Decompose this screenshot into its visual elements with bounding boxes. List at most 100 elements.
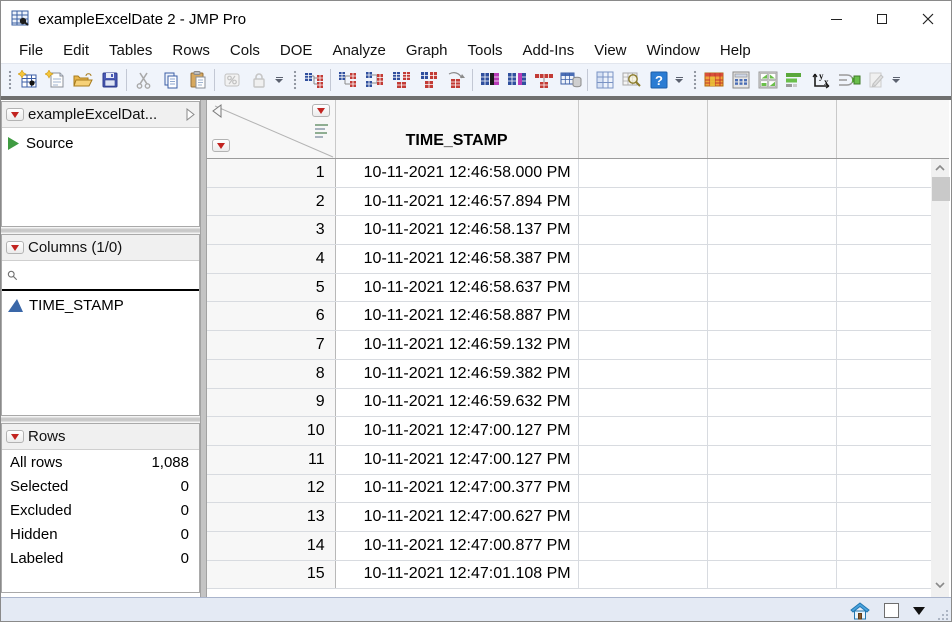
empty-cell[interactable] [579,302,708,331]
empty-cell[interactable] [837,417,931,445]
row-number-cell[interactable]: 15 [206,560,336,589]
row-number-cell[interactable]: 5 [206,273,336,302]
panel-expand-icon[interactable] [186,108,195,121]
timestamp-cell[interactable]: 10-11-2021 12:47:00.627 PM [336,503,579,531]
copy-icon[interactable] [157,67,184,93]
row-number-cell[interactable]: 10 [206,417,336,445]
empty-cell[interactable] [837,389,931,417]
menu-item[interactable]: View [584,42,636,59]
split-icon[interactable] [334,67,361,93]
empty-cell[interactable] [579,273,708,302]
empty-cell[interactable] [579,531,708,560]
empty-cell[interactable] [579,216,708,245]
timestamp-cell[interactable]: 10-11-2021 12:46:58.637 PM [336,273,579,302]
column-header-time-stamp[interactable]: TIME_STAMP [335,100,579,158]
column-header-empty[interactable] [707,100,837,158]
timestamp-cell[interactable]: 10-11-2021 12:47:01.108 PM [336,560,579,589]
empty-cell[interactable] [579,417,708,445]
open-icon[interactable] [69,67,96,93]
empty-cell[interactable] [708,302,837,331]
rows-stat-row[interactable]: Labeled 0 [2,546,199,570]
sidebar-table-splitter[interactable] [200,100,207,597]
status-dropdown-icon[interactable] [913,606,925,615]
menu-item[interactable]: Graph [396,42,458,59]
timestamp-cell[interactable]: 10-11-2021 12:47:00.127 PM [336,445,579,474]
save-icon[interactable] [96,67,123,93]
help-icon[interactable]: ? [645,67,672,93]
concatenate-icon[interactable] [415,67,442,93]
toolbar-grip[interactable] [693,70,697,90]
vertical-scrollbar-track[interactable] [930,159,950,597]
table-row[interactable]: 12 10-11-2021 12:47:00.377 PM [206,474,931,504]
row-number-cell[interactable]: 12 [206,474,336,503]
empty-cell[interactable] [708,159,837,187]
red-triangle-menu-icon[interactable] [6,108,24,121]
row-number-cell[interactable]: 4 [206,245,336,273]
timestamp-cell[interactable]: 10-11-2021 12:46:57.894 PM [336,187,579,216]
tabulate-icon[interactable] [591,67,618,93]
scroll-down-icon[interactable] [931,576,950,593]
red-triangle-menu-icon[interactable] [6,241,24,254]
timestamp-cell[interactable]: 10-11-2021 12:46:59.382 PM [336,359,579,388]
lock-icon[interactable] [245,67,272,93]
menu-item[interactable]: Tables [99,42,162,59]
table-row[interactable]: 8 10-11-2021 12:46:59.382 PM [206,359,931,389]
vertical-scrollbar-thumb[interactable] [931,177,950,201]
timestamp-cell[interactable]: 10-11-2021 12:46:59.132 PM [336,331,579,359]
table-row[interactable]: 1 10-11-2021 12:46:58.000 PM [206,159,931,188]
empty-cell[interactable] [708,245,837,273]
empty-cell[interactable] [579,503,708,531]
timestamp-cell[interactable]: 10-11-2021 12:47:00.127 PM [336,417,579,445]
grid-corner-cell[interactable] [206,100,336,158]
empty-cell[interactable] [579,159,708,187]
menu-item[interactable]: Help [710,42,761,59]
timestamp-cell[interactable]: 10-11-2021 12:46:58.137 PM [336,216,579,245]
empty-cell[interactable] [708,216,837,245]
table-row[interactable]: 6 10-11-2021 12:46:58.887 PM [206,302,931,332]
rows-stat-row[interactable]: Excluded 0 [2,498,199,522]
empty-cell[interactable] [837,503,931,531]
empty-cell[interactable] [579,560,708,589]
panel-splitter[interactable] [1,227,200,234]
column-item-time-stamp[interactable]: TIME_STAMP [2,291,199,320]
table-row[interactable]: 4 10-11-2021 12:46:58.387 PM [206,245,931,274]
empty-cell[interactable] [708,560,837,589]
empty-cell[interactable] [579,445,708,474]
empty-cell[interactable] [579,245,708,273]
scroll-up-icon[interactable] [931,159,950,176]
row-number-cell[interactable]: 11 [206,445,336,474]
empty-cell[interactable] [837,274,931,302]
toolbar-overflow-icon[interactable] [272,67,286,93]
empty-cell[interactable] [708,445,837,474]
row-number-cell[interactable]: 14 [206,531,336,560]
menu-item[interactable]: Analyze [322,42,395,59]
empty-cell[interactable] [579,331,708,359]
table-row[interactable]: 9 10-11-2021 12:46:59.632 PM [206,388,931,418]
table-row[interactable]: 15 10-11-2021 12:47:01.108 PM [206,560,931,590]
new-data-table-icon[interactable] [15,67,42,93]
empty-cell[interactable] [837,561,931,589]
selection-box-icon[interactable] [884,603,899,618]
table-row[interactable]: 10 10-11-2021 12:47:00.127 PM [206,417,931,446]
row-number-cell[interactable]: 7 [206,331,336,359]
table-row[interactable]: 2 10-11-2021 12:46:57.894 PM [206,187,931,217]
empty-cell[interactable] [579,187,708,216]
graph-builder-icon[interactable] [781,67,808,93]
toolbar-grip[interactable] [8,70,12,90]
table-row[interactable]: 3 10-11-2021 12:46:58.137 PM [206,216,931,246]
empty-cell[interactable] [579,359,708,388]
timestamp-cell[interactable]: 10-11-2021 12:46:58.387 PM [336,245,579,273]
new-journal-icon[interactable] [42,67,69,93]
rows-red-triangle-icon[interactable] [211,139,230,152]
empty-cell[interactable] [837,360,931,388]
stack-icon[interactable] [361,67,388,93]
paste-icon[interactable] [184,67,211,93]
timestamp-cell[interactable]: 10-11-2021 12:46:58.887 PM [336,302,579,331]
empty-cell[interactable] [708,503,837,531]
calculator-table-icon[interactable] [727,67,754,93]
summary-icon[interactable] [530,67,557,93]
table-search-icon[interactable] [618,67,645,93]
rows-stat-row[interactable]: Selected 0 [2,474,199,498]
toolbar-grip[interactable] [293,70,297,90]
menu-item[interactable]: Edit [53,42,99,59]
